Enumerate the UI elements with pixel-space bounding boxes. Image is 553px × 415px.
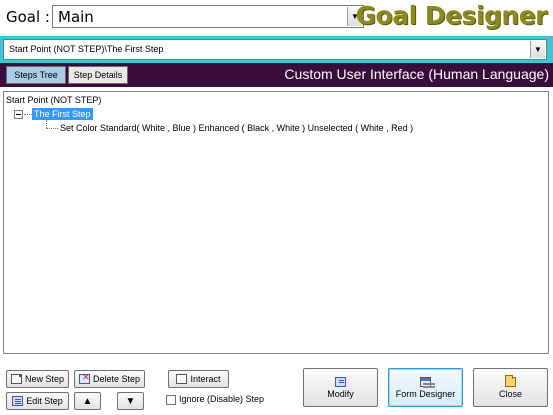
collapse-icon[interactable] (14, 110, 23, 119)
bottom-toolbar: New Step Delete Step Interact Edit Step … (0, 355, 553, 415)
delete-icon (78, 372, 90, 384)
form-window-icon (420, 376, 435, 387)
new-step-button[interactable]: New Step (6, 370, 69, 388)
form-designer-button[interactable]: Form Designer (388, 368, 463, 407)
tree-connector (24, 114, 32, 115)
document-icon (176, 374, 188, 384)
close-label: Close (498, 388, 522, 399)
tab-steps-tree[interactable]: Steps Tree (6, 66, 66, 84)
top-bar: Goal : Main ▼ Goal Designer (0, 0, 553, 36)
tree-connector (46, 128, 58, 129)
edit-step-button[interactable]: Edit Step (6, 392, 69, 410)
edit-icon (335, 376, 346, 387)
banner-title: Custom User Interface (Human Language) (284, 66, 549, 82)
ignore-step-label: Ignore (Disable) Step (179, 394, 265, 404)
move-up-button[interactable]: ▲ (74, 392, 101, 410)
delete-step-button[interactable]: Delete Step (74, 370, 145, 388)
close-button[interactable]: Close (473, 368, 548, 407)
tree-node-selected[interactable]: The First Step (32, 108, 93, 120)
steps-tree[interactable]: Start Point (NOT STEP) The First Step Se… (3, 91, 549, 354)
goal-select[interactable]: Main ▼ (52, 5, 364, 28)
move-down-button[interactable]: ▼ (117, 392, 144, 410)
step-path-value: Start Point (NOT STEP)\The First Step (9, 44, 164, 54)
app-title: Goal Designer (355, 1, 548, 30)
tab-step-details[interactable]: Step Details (68, 66, 128, 84)
goal-select-value: Main (58, 8, 94, 26)
tree-node-child[interactable]: Set Color Standard( White , Blue ) Enhan… (60, 123, 413, 133)
tree-root-node[interactable]: Start Point (NOT STEP) (6, 95, 101, 105)
chevron-down-icon[interactable]: ▼ (530, 41, 545, 58)
interact-label: Interact (190, 374, 221, 384)
goal-label: Goal : (6, 8, 50, 26)
new-document-icon (10, 374, 22, 384)
folder-icon (505, 374, 516, 387)
tab-band: Steps Tree Step Details Custom User Inte… (0, 63, 553, 87)
modify-label: Modify (327, 388, 354, 399)
ignore-step-checkbox[interactable] (166, 395, 176, 405)
delete-step-label: Delete Step (92, 374, 141, 384)
interact-button[interactable]: Interact (168, 370, 229, 388)
new-step-label: New Step (24, 374, 65, 384)
step-path-select[interactable]: Start Point (NOT STEP)\The First Step ▼ (3, 39, 547, 60)
modify-button[interactable]: Modify (303, 368, 378, 407)
triangle-up-icon: ▲ (82, 395, 93, 407)
triangle-down-icon: ▼ (125, 395, 136, 407)
form-designer-label: Form Designer (395, 388, 456, 399)
tree-connector (46, 120, 47, 128)
edit-step-label: Edit Step (26, 396, 63, 406)
edit-icon (12, 396, 24, 406)
path-band: Start Point (NOT STEP)\The First Step ▼ (0, 36, 553, 63)
